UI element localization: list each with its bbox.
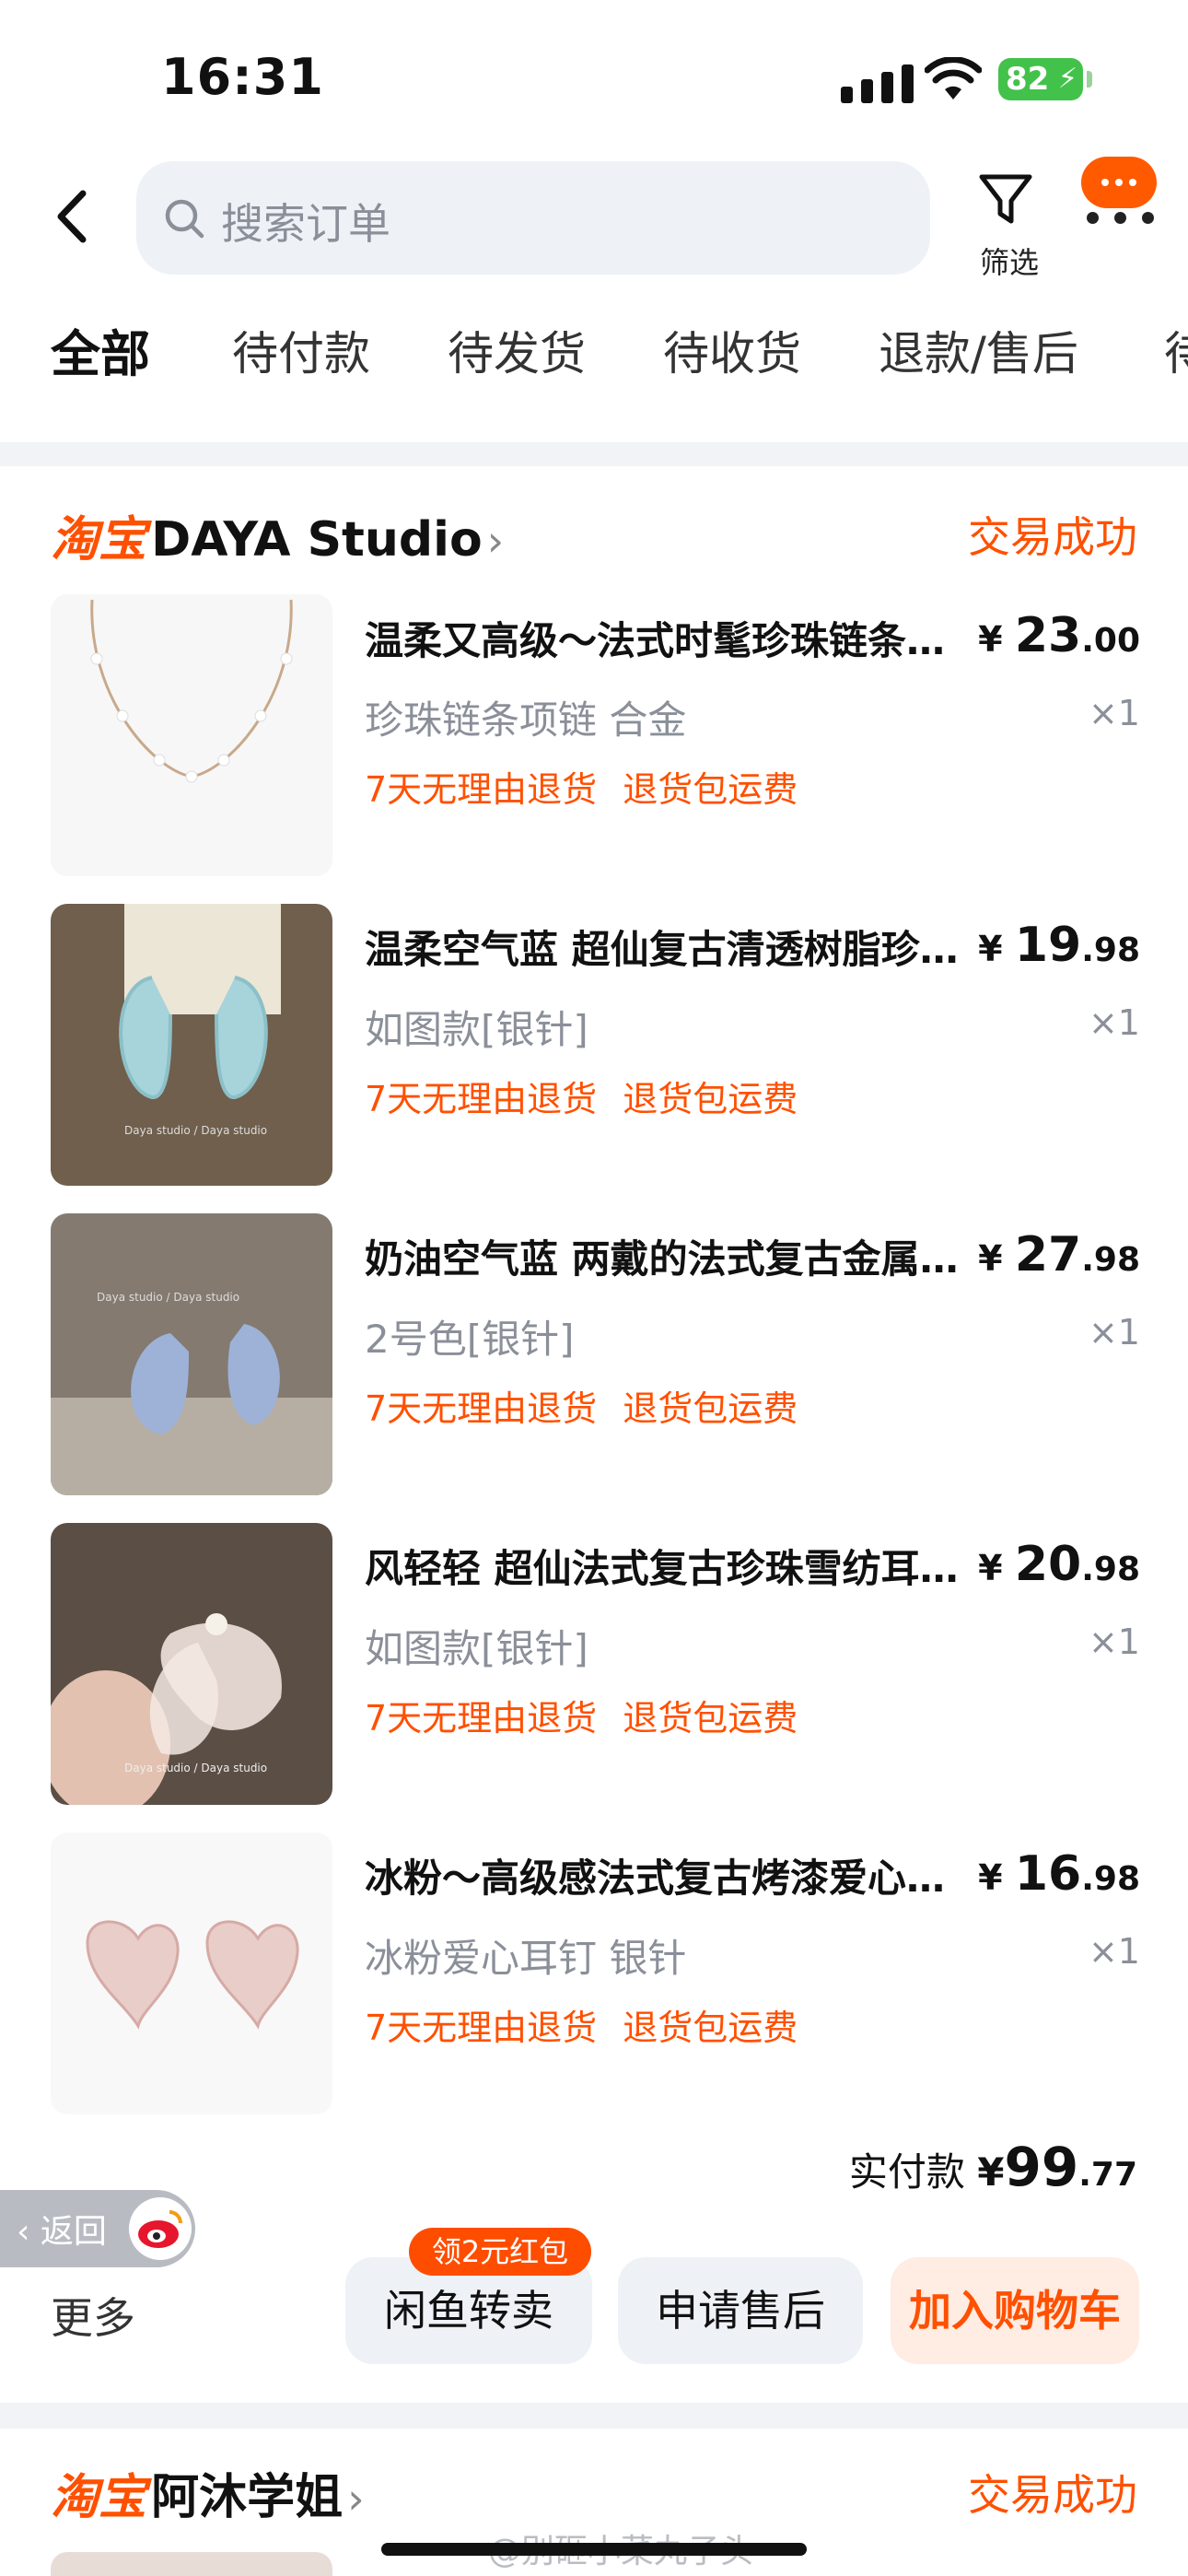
wifi-icon — [924, 56, 983, 101]
product-image-cream-blue-earrings[interactable]: Daya studio / Daya studio — [51, 1213, 332, 1495]
tab-to-pay[interactable]: 待付款 — [232, 317, 370, 383]
svg-text:Daya studio / Daya studio: Daya studio / Daya studio — [124, 1124, 267, 1137]
svg-text:Daya studio / Daya studio: Daya studio / Daya studio — [124, 1762, 267, 1774]
chevron-right-icon: › — [347, 2474, 365, 2523]
promo-tags: 7天无理由退货 退货包运费 — [365, 1079, 798, 1119]
product-title[interactable]: 冰粉～高级感法式复古烤漆爱心… — [365, 1847, 991, 1903]
red-packet-badge: 领2元红包 — [409, 2228, 591, 2276]
product-qty: ×1 — [1088, 1622, 1140, 1662]
product-price: ¥ 20.98 — [978, 1537, 1140, 1592]
taobao-logo: 淘宝 — [51, 2470, 147, 2525]
product-spec: 2号色[银针] — [365, 1317, 575, 1362]
promo-tags: 7天无理由退货 退货包运费 — [365, 769, 798, 810]
order-tabs: 全部 待付款 待发货 待收货 退款/售后 待 — [0, 313, 1188, 396]
product-title[interactable]: 温柔又高级～法式时髦珍珠链条… — [365, 610, 991, 666]
filter-button[interactable]: 筛选 — [969, 166, 1042, 280]
home-indicator — [381, 2543, 807, 2556]
product-price: ¥ 19.98 — [978, 918, 1140, 973]
svg-text:Daya studio / Daya studio: Daya studio / Daya studio — [97, 1291, 239, 1304]
product-image-necklace[interactable] — [51, 594, 332, 876]
shop-header[interactable]: 淘宝 DAYA Studio › — [51, 500, 504, 569]
product-price: ¥ 23.00 — [978, 608, 1140, 663]
order-status: 交易成功 — [968, 512, 1137, 562]
status-time: 16:31 — [161, 48, 324, 106]
battery-icon: 82 ⚡ — [998, 58, 1092, 100]
more-link[interactable]: 更多 — [51, 2285, 135, 2346]
shop-name: 阿沐学姐 — [151, 2470, 344, 2525]
back-button[interactable] — [46, 184, 101, 249]
taobao-logo: 淘宝 — [51, 512, 147, 568]
search-input[interactable]: 搜索订单 — [136, 161, 930, 275]
section-divider — [0, 2403, 1188, 2429]
product-spec: 珍珠链条项链 合金 — [365, 697, 687, 743]
product-qty: ×1 — [1088, 1312, 1140, 1352]
total-paid: 实付款 ¥99.77 — [848, 2136, 1137, 2198]
tab-to-receive[interactable]: 待收货 — [663, 317, 801, 383]
product-image-heart-earrings[interactable] — [51, 1832, 332, 2114]
promo-tags: 7天无理由退货 退货包运费 — [365, 1698, 798, 1739]
product-title[interactable]: 温柔空气蓝 超仙复古清透树脂珍… — [365, 919, 991, 975]
chat-icon — [1081, 157, 1157, 208]
shop-name: DAYA Studio — [151, 512, 483, 568]
filter-label: 筛选 — [979, 245, 1039, 280]
message-menu-button[interactable] — [1081, 157, 1160, 225]
battery-level: 82 — [1006, 61, 1050, 98]
back-chip-label: ‹ 返回 — [17, 2213, 107, 2251]
product-title[interactable]: 风轻轻 超仙法式复古珍珠雪纺耳… — [365, 1538, 991, 1594]
add-to-cart-button[interactable]: 加入购物车 — [891, 2257, 1139, 2364]
promo-tags: 7天无理由退货 退货包运费 — [365, 1388, 798, 1429]
order-status: 交易成功 — [968, 2470, 1137, 2520]
product-price: ¥ 27.98 — [978, 1227, 1140, 1282]
after-sale-button[interactable]: 申请售后 — [618, 2257, 863, 2364]
tab-refund[interactable]: 退款/售后 — [879, 317, 1078, 383]
product-qty: ×1 — [1088, 693, 1140, 733]
product-image-blue-earrings[interactable]: Daya studio / Daya studio — [51, 904, 332, 1186]
tab-to-ship[interactable]: 待发货 — [448, 317, 586, 383]
floating-back-chip[interactable]: ‹ 返回 — [0, 2190, 195, 2267]
product-image-chiffon-earrings[interactable]: Daya studio / Daya studio — [51, 1523, 332, 1805]
promo-tags: 7天无理由退货 退货包运费 — [365, 2008, 798, 2048]
weibo-icon — [129, 2197, 192, 2260]
product-spec: 如图款[银针] — [365, 1007, 588, 1052]
product-qty: ×1 — [1088, 1931, 1140, 1972]
product-spec: 如图款[银针] — [365, 1626, 588, 1671]
product-spec: 冰粉爱心耳钉 银针 — [365, 1936, 687, 1981]
tab-to-review[interactable]: 待 — [1164, 317, 1188, 383]
product-image[interactable] — [51, 2552, 332, 2576]
section-divider — [0, 442, 1188, 466]
product-price: ¥ 16.98 — [978, 1846, 1140, 1902]
shop-header[interactable]: 淘宝 阿沐学姐 › — [51, 2458, 365, 2527]
chevron-right-icon: › — [486, 516, 505, 566]
product-title[interactable]: 奶油空气蓝 两戴的法式复古金属… — [365, 1228, 991, 1284]
search-placeholder: 搜索订单 — [221, 199, 390, 249]
more-dots-icon — [1087, 212, 1160, 225]
search-icon — [165, 199, 204, 239]
filter-icon — [979, 174, 1032, 224]
cellular-signal-icon — [841, 63, 914, 103]
product-qty: ×1 — [1088, 1002, 1140, 1043]
tab-all[interactable]: 全部 — [51, 313, 150, 386]
